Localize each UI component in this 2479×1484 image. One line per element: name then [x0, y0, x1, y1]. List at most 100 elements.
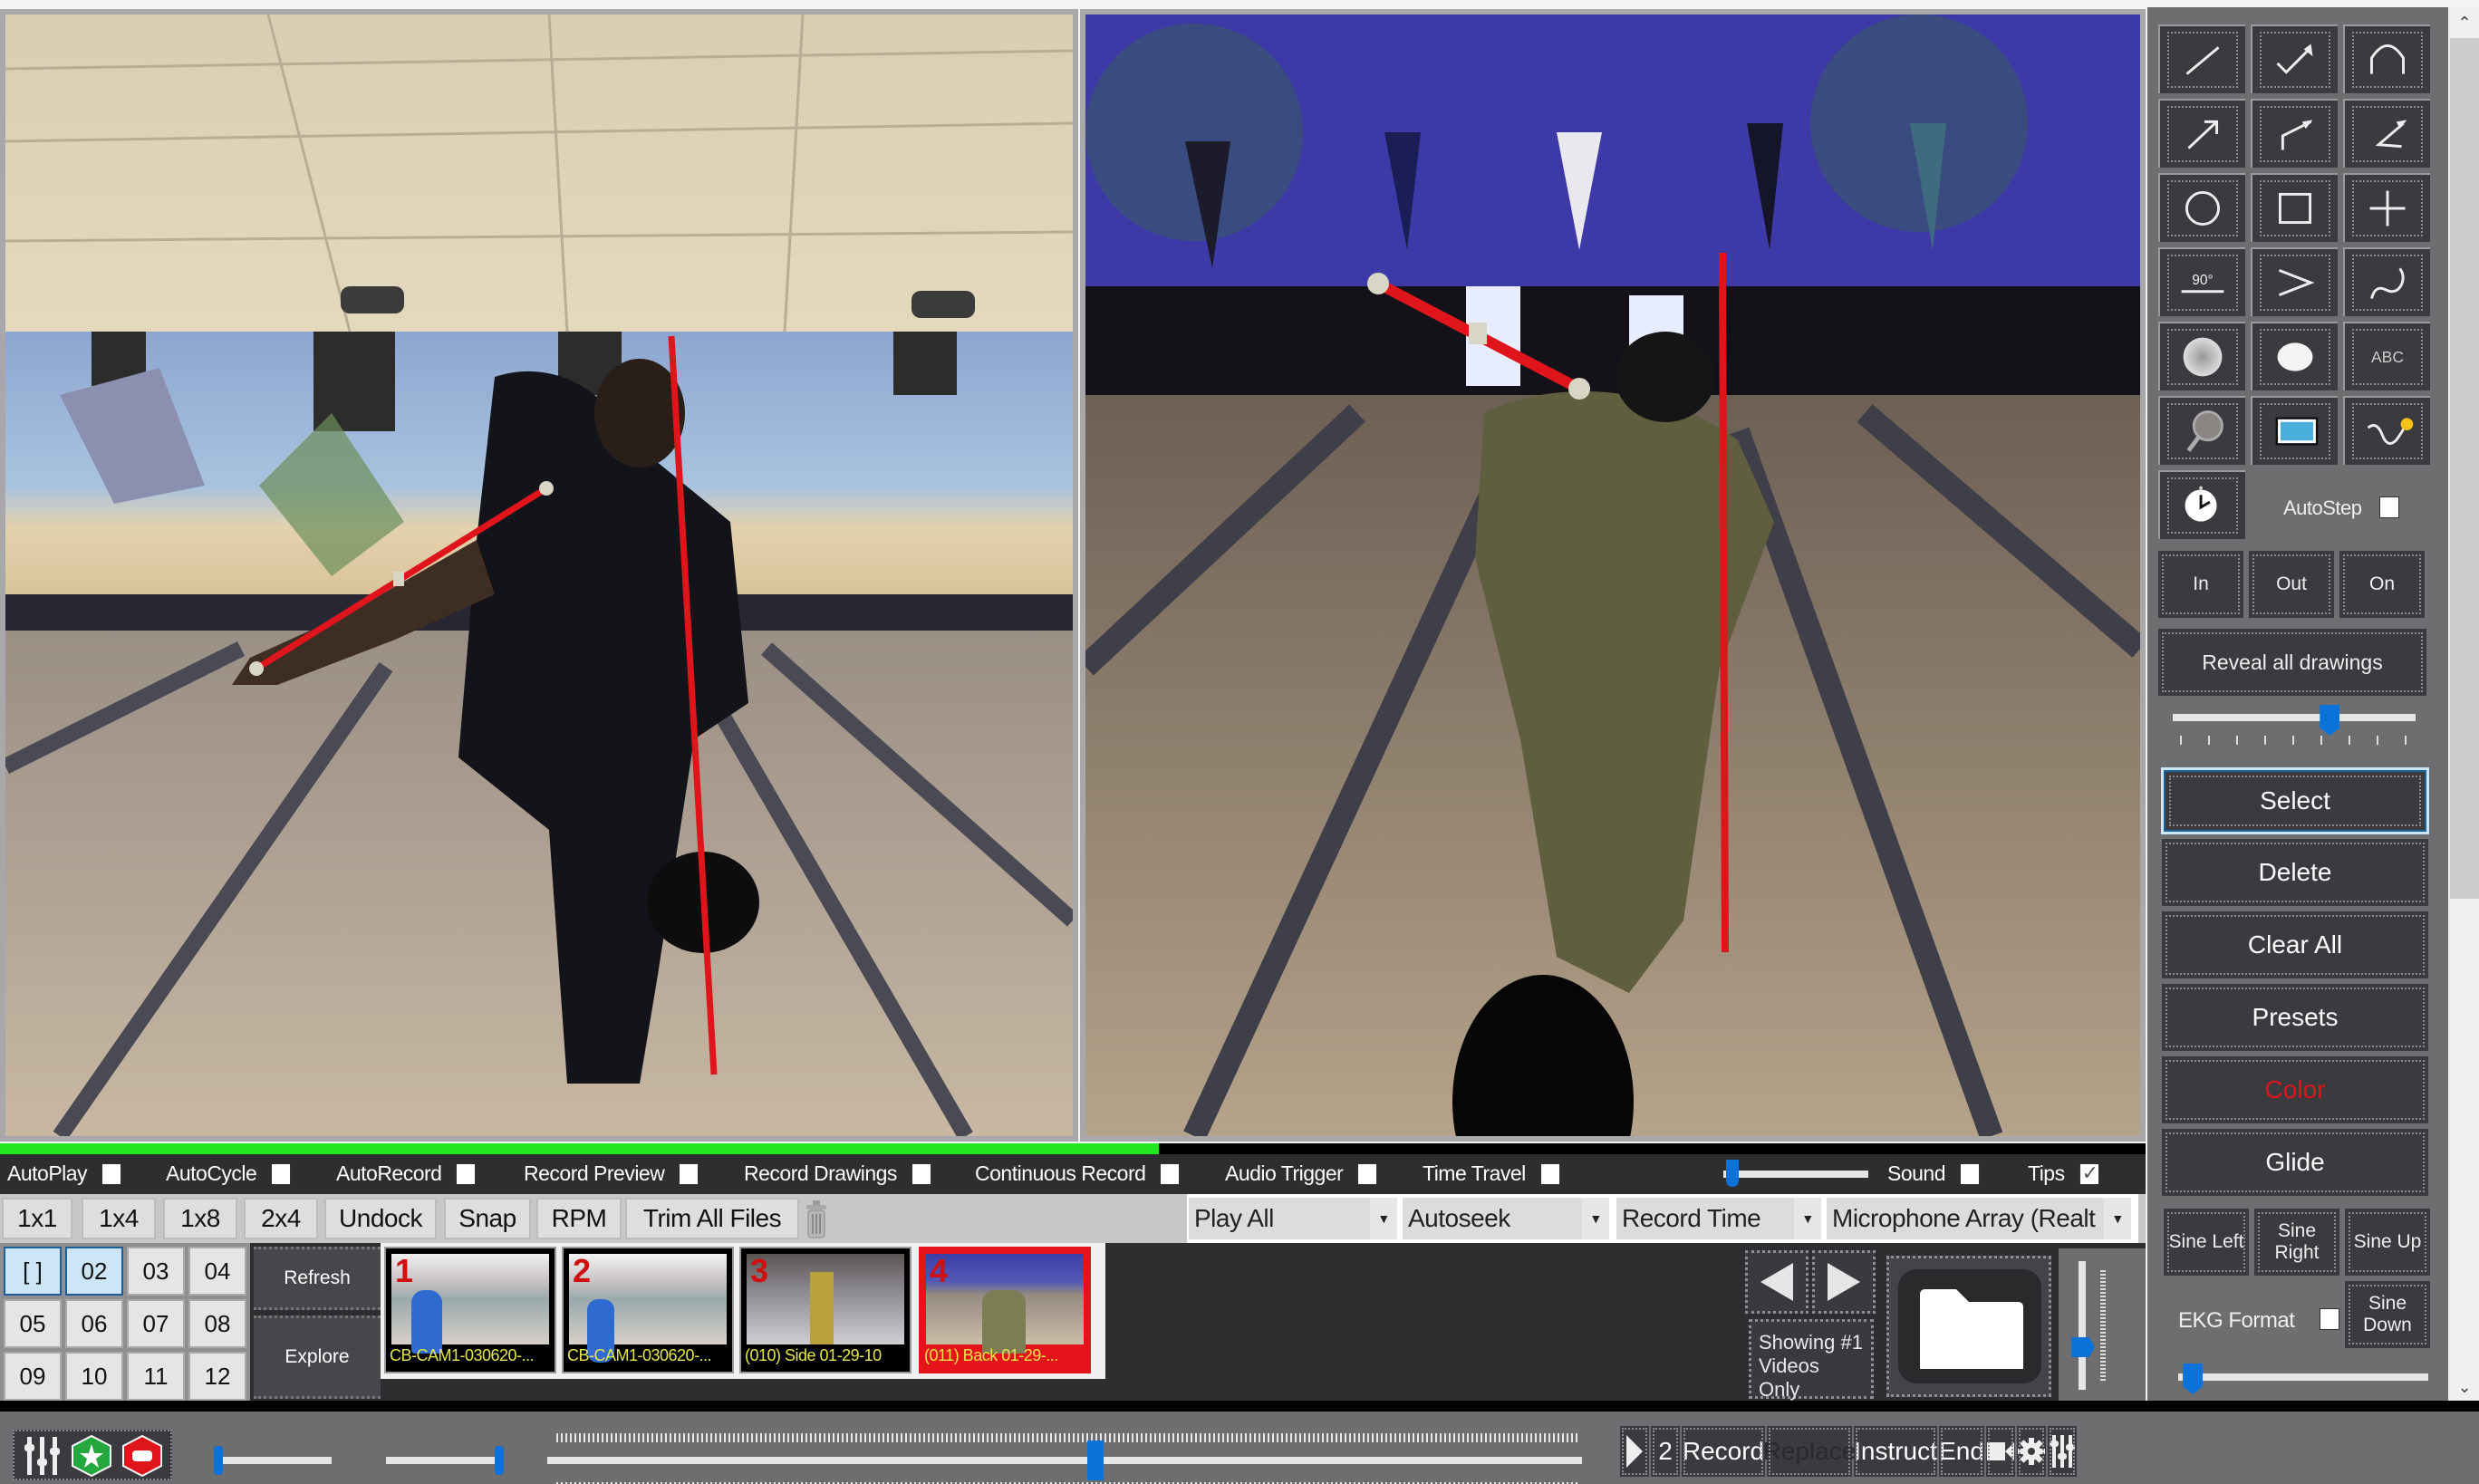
continuous-record-option[interactable]: Continuous Record	[975, 1161, 1181, 1186]
tools-panel-scrollbar[interactable]: ⌃ ⌄	[2450, 7, 2479, 1402]
tips-checkbox[interactable]	[2079, 1161, 2099, 1185]
ekg-slider[interactable]	[2178, 1373, 2428, 1381]
record-drawings-checkbox[interactable]	[911, 1162, 931, 1185]
select-button[interactable]: Select	[2161, 767, 2429, 834]
timeline-slider[interactable]	[547, 1457, 1582, 1464]
tips-option[interactable]: Tips	[2028, 1161, 2099, 1186]
slot-button[interactable]: 09	[4, 1352, 62, 1401]
end-button[interactable]: End	[1939, 1426, 1984, 1477]
spotlight-tool[interactable]	[2158, 322, 2245, 390]
refresh-button[interactable]: Refresh	[254, 1247, 381, 1310]
record-drawings-option[interactable]: Record Drawings	[744, 1161, 931, 1186]
seek-mode-dropdown[interactable]: Autoseek ▼	[1403, 1198, 1609, 1239]
mixer-button[interactable]	[2048, 1426, 2077, 1477]
volume-slider-thumb[interactable]	[1725, 1160, 1739, 1187]
chevron-down-icon[interactable]: ▼	[1582, 1198, 1609, 1239]
on-button[interactable]: On	[2339, 551, 2425, 618]
play-mode-dropdown[interactable]: Play All ▼	[1189, 1198, 1397, 1239]
autoplay-checkbox[interactable]	[101, 1162, 122, 1185]
snap-button[interactable]: Snap	[444, 1198, 531, 1239]
magnifier-tool[interactable]	[2158, 396, 2245, 465]
time-travel-checkbox[interactable]	[1539, 1162, 1560, 1185]
time-travel-option[interactable]: Time Travel	[1423, 1161, 1560, 1186]
layout-1x4-button[interactable]: 1x4	[82, 1198, 156, 1239]
reveal-all-drawings-button[interactable]: Reveal all drawings	[2158, 629, 2426, 696]
record-preview-option[interactable]: Record Preview	[524, 1161, 699, 1186]
clip-thumbnail[interactable]: 2 CB-CAM1-030620-...	[562, 1247, 734, 1373]
in-button[interactable]: In	[2158, 551, 2243, 618]
next-clip-button[interactable]	[1812, 1250, 1876, 1314]
angle-arrow-tool[interactable]	[2343, 99, 2430, 168]
chevron-down-icon[interactable]: ▼	[1794, 1198, 1821, 1239]
glide-button[interactable]: Glide	[2162, 1129, 2428, 1196]
filled-rectangle-tool[interactable]	[2251, 396, 2338, 465]
video-pane-left[interactable]	[0, 9, 1078, 1142]
audio-trigger-option[interactable]: Audio Trigger	[1225, 1161, 1378, 1186]
mixer-icon[interactable]	[20, 1435, 65, 1477]
delete-button[interactable]: Delete	[2162, 839, 2428, 906]
speed-slider-2[interactable]	[386, 1457, 498, 1464]
speed-slider-1-thumb[interactable]	[214, 1446, 223, 1475]
record-preview-checkbox[interactable]	[679, 1162, 699, 1185]
check-arrow-tool[interactable]	[2251, 24, 2338, 93]
chevron-down-icon[interactable]: ▼	[2104, 1198, 2131, 1239]
slot-button[interactable]: 02	[65, 1247, 123, 1296]
previous-clip-button[interactable]	[1745, 1250, 1809, 1314]
showing-filter-button[interactable]: Showing #1 Videos Only	[1749, 1319, 1874, 1401]
microphone-dropdown[interactable]: Microphone Array (Realt ▼	[1827, 1198, 2131, 1239]
video-pane-right[interactable]	[1080, 9, 2146, 1142]
angle-tool[interactable]	[2251, 247, 2338, 316]
scroll-down-icon[interactable]: ⌄	[2450, 1372, 2479, 1402]
stopwatch-tool[interactable]	[2158, 470, 2245, 539]
ekg-format-checkbox[interactable]	[2320, 1308, 2340, 1330]
replace-button[interactable]: Replace	[1763, 1426, 1856, 1477]
curve-tool[interactable]	[2343, 247, 2430, 316]
favorite-star-icon[interactable]	[69, 1435, 114, 1477]
presets-button[interactable]: Presets	[2162, 984, 2428, 1051]
autorecord-option[interactable]: AutoRecord	[336, 1161, 477, 1186]
layout-1x1-button[interactable]: 1x1	[2, 1198, 72, 1239]
layout-1x8-button[interactable]: 1x8	[163, 1198, 237, 1239]
ellipse-fill-tool[interactable]	[2251, 322, 2338, 390]
line-tool[interactable]	[2158, 24, 2245, 93]
sine-right-button[interactable]: Sine Right	[2254, 1209, 2339, 1276]
sound-option[interactable]: Sound	[1887, 1161, 1981, 1186]
audio-trigger-checkbox[interactable]	[1357, 1162, 1378, 1185]
sine-left-button[interactable]: Sine Left	[2164, 1209, 2249, 1276]
slot-button[interactable]: 05	[4, 1299, 62, 1348]
autoplay-option[interactable]: AutoPlay	[7, 1161, 122, 1186]
thumbnail-size-slider[interactable]	[2079, 1261, 2086, 1390]
slot-button[interactable]: 03	[127, 1247, 185, 1296]
slot-button[interactable]: 08	[188, 1299, 246, 1348]
slot-button[interactable]: 12	[188, 1352, 246, 1401]
arc-tool[interactable]	[2343, 24, 2430, 93]
slot-button[interactable]: 11	[127, 1352, 185, 1401]
reveal-slider[interactable]	[2173, 714, 2416, 721]
rectangle-tool[interactable]	[2251, 173, 2338, 242]
clip-thumbnail-active[interactable]: 4 (011) Back 01-29-...	[919, 1247, 1091, 1373]
circle-tool[interactable]	[2158, 173, 2245, 242]
sine-down-button[interactable]: Sine Down	[2345, 1281, 2430, 1348]
clip-thumbnail[interactable]: 1 CB-CAM1-030620-...	[384, 1247, 556, 1373]
chevron-down-icon[interactable]: ▼	[1370, 1198, 1397, 1239]
layout-2x4-button[interactable]: 2x4	[244, 1198, 318, 1239]
autocycle-checkbox[interactable]	[271, 1162, 292, 1185]
angle-90-tool[interactable]: 90°	[2158, 247, 2245, 316]
playback-progress-bar[interactable]	[0, 1143, 2146, 1154]
crosshair-tool[interactable]	[2343, 173, 2430, 242]
path-tool[interactable]	[2343, 396, 2430, 465]
trim-all-files-button[interactable]: Trim All Files	[625, 1198, 799, 1239]
autorecord-checkbox[interactable]	[456, 1162, 477, 1185]
settings-button[interactable]	[2017, 1426, 2046, 1477]
open-folder-button[interactable]	[1886, 1256, 2051, 1397]
record-button[interactable]: Record	[1682, 1426, 1765, 1477]
timeline-slider-thumb[interactable]	[1086, 1441, 1104, 1480]
instruct-button[interactable]: Instruct	[1854, 1426, 1937, 1477]
rpm-button[interactable]: RPM	[536, 1198, 622, 1239]
sound-checkbox[interactable]	[1960, 1162, 1981, 1185]
slot-button[interactable]: 10	[65, 1352, 123, 1401]
autostep-checkbox[interactable]	[2379, 496, 2399, 518]
speed-slider-2-thumb[interactable]	[495, 1446, 504, 1475]
arrow-tool[interactable]	[2158, 99, 2245, 168]
scroll-up-icon[interactable]: ⌃	[2450, 7, 2479, 38]
